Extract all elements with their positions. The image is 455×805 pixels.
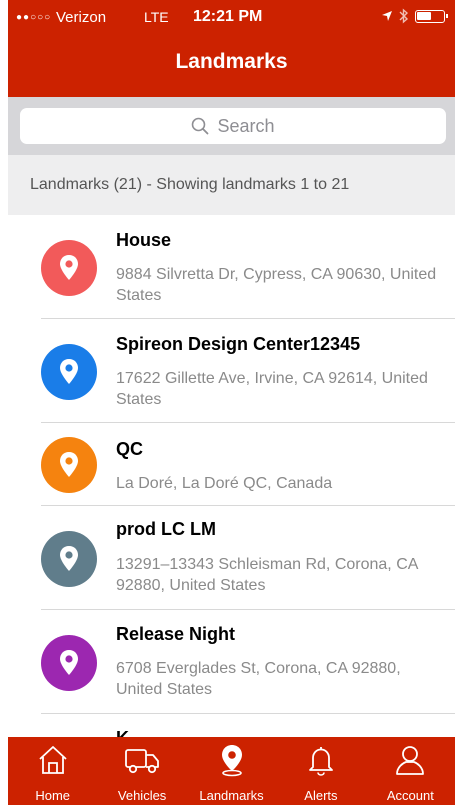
list-item[interactable]: prod LC LM 13291–13343 Schleisman Rd, Co… (8, 506, 455, 610)
landmark-address: 6708 Everglades St, Corona, CA 92880, Un… (116, 660, 401, 698)
app-screen: ●●○○○ Verizon LTE 12:21 PM Landmarks Sea… (0, 0, 455, 805)
tab-label: Alerts (304, 788, 338, 803)
tab-landmarks[interactable]: Landmarks (187, 737, 276, 805)
landmark-address: 13291–13343 Schleisman Rd, Corona, CA 92… (116, 556, 418, 594)
app-header: ●●○○○ Verizon LTE 12:21 PM Landmarks (8, 0, 455, 97)
bluetooth-icon (399, 8, 409, 24)
location-arrow-icon (382, 11, 392, 21)
location-pin-icon (41, 437, 97, 493)
location-pin-icon (41, 531, 97, 587)
status-time: 12:21 PM (193, 8, 263, 25)
status-bar: ●●○○○ Verizon LTE 12:21 PM (8, 0, 455, 38)
list-item[interactable]: K (8, 714, 455, 737)
location-pin-icon (41, 635, 97, 691)
tab-account[interactable]: Account (366, 737, 455, 805)
landmark-name: House (116, 230, 172, 250)
landmark-name: QC (116, 439, 143, 459)
search-input[interactable]: Search (20, 108, 446, 144)
landmark-address: La Doré, La Doré QC, Canada (116, 475, 333, 492)
location-pin-icon (41, 240, 97, 296)
battery-icon (415, 9, 448, 23)
search-placeholder: Search (217, 115, 275, 136)
landmark-name: prod LC LM (116, 519, 216, 539)
tab-home[interactable]: Home (8, 737, 97, 805)
search-bar: Search (8, 97, 455, 155)
list-item[interactable]: QC La Doré, La Doré QC, Canada (8, 423, 455, 506)
landmark-name: Spireon Design Center12345 (116, 334, 361, 354)
search-icon (192, 117, 209, 135)
tab-label: Landmarks (199, 788, 264, 803)
person-icon (396, 746, 425, 775)
tab-label: Home (35, 788, 71, 803)
tab-label: Account (386, 788, 434, 803)
status-icons (381, 8, 448, 24)
list-item[interactable]: House 9884 Silvretta Dr, Cypress, CA 906… (8, 215, 455, 319)
tab-bar: Home Vehicles Landmarks Alerts Account (8, 737, 455, 805)
landmark-name: K (116, 728, 129, 737)
landmark-name: Release Night (116, 624, 236, 644)
location-pin-icon (41, 344, 97, 400)
landmark-address: 9884 Silvretta Dr, Cypress, CA 90630, Un… (116, 266, 437, 304)
list-item[interactable]: Spireon Design Center12345 17622 Gillett… (8, 319, 455, 423)
landmark-address: 17622 Gillette Ave, Irvine, CA 92614, Un… (116, 370, 428, 408)
location-pin-icon (221, 745, 242, 777)
tab-alerts[interactable]: Alerts (276, 737, 365, 805)
network-type: LTE (144, 9, 169, 25)
bell-icon (309, 747, 333, 776)
tab-vehicles[interactable]: Vehicles (97, 737, 186, 805)
tab-label: Vehicles (117, 788, 167, 803)
list-item[interactable]: Release Night 6708 Everglades St, Corona… (8, 610, 455, 714)
truck-icon (125, 749, 160, 774)
page-title: Landmarks (175, 50, 288, 73)
carrier-name: Verizon (56, 9, 107, 26)
home-icon (39, 746, 67, 774)
landmark-list[interactable]: House 9884 Silvretta Dr, Cypress, CA 906… (8, 215, 455, 737)
signal-strength-icon: ●●○○○ (16, 12, 52, 23)
section-header: Landmarks (21) - Showing landmarks 1 to … (8, 155, 455, 215)
